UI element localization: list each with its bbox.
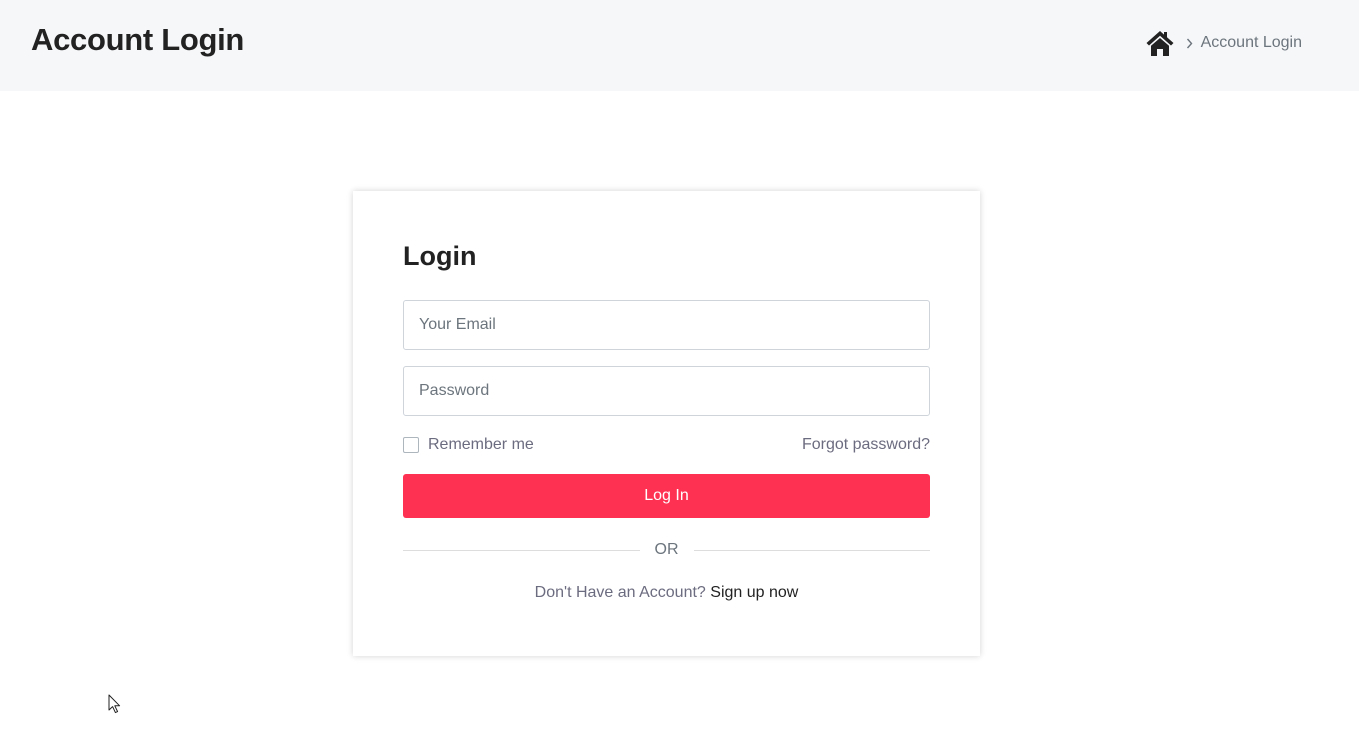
signup-link[interactable]: Sign up now	[710, 584, 798, 601]
chevron-right-icon	[1186, 38, 1193, 48]
mouse-cursor-icon	[108, 694, 121, 714]
email-input[interactable]	[403, 300, 930, 350]
page-title: Account Login	[31, 22, 245, 57]
remember-me-label: Remember me	[428, 436, 534, 453]
login-button[interactable]: Log In	[403, 474, 930, 518]
remember-me-checkbox[interactable]	[403, 437, 419, 453]
signup-prompt: Don't Have an Account?	[534, 584, 711, 601]
forgot-password-link[interactable]: Forgot password?	[802, 436, 930, 454]
home-icon[interactable]	[1145, 29, 1175, 57]
login-card: Login Remember me Forgot password? Log I…	[353, 191, 980, 656]
login-title: Login	[403, 241, 477, 271]
password-input[interactable]	[403, 366, 930, 416]
divider-line-right	[694, 550, 930, 551]
remember-me[interactable]: Remember me	[403, 436, 534, 454]
signup-row: Don't Have an Account? Sign up now	[353, 584, 980, 602]
breadcrumb-current: Account Login	[1200, 34, 1302, 51]
page-header: Account Login Account Login	[0, 0, 1359, 91]
breadcrumb: Account Login	[1145, 29, 1302, 57]
or-divider: OR	[403, 541, 930, 559]
